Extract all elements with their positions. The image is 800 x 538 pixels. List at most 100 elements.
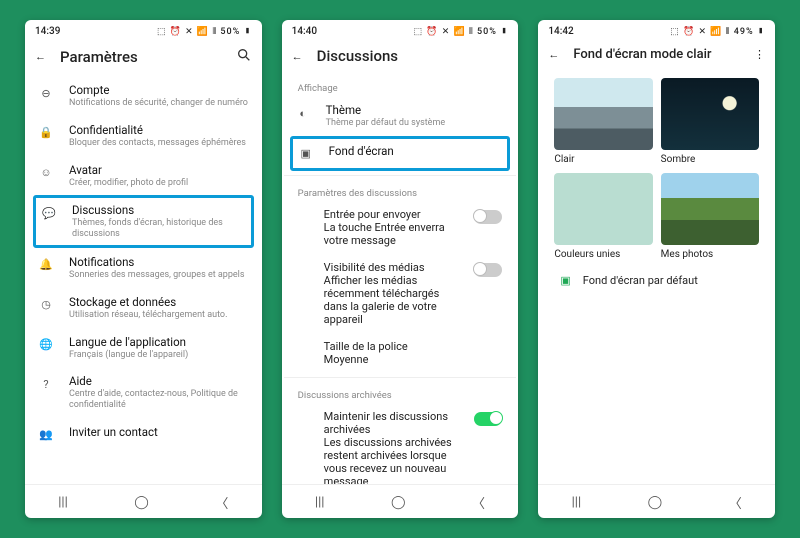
theme-icon: ◐ — [294, 104, 312, 122]
avatar-icon: ☺ — [37, 164, 55, 182]
lock-icon: 🔒 — [37, 124, 55, 142]
row-label: Confidentialité — [69, 123, 250, 137]
divider — [284, 175, 517, 176]
row-label: Compte — [69, 83, 250, 97]
back-icon[interactable]: ← — [35, 50, 46, 63]
android-navbar: ||| ◯ 〈 — [25, 484, 262, 518]
nav-recent-icon[interactable]: ||| — [315, 495, 325, 510]
nav-recent-icon[interactable]: ||| — [572, 495, 582, 510]
row-visibilite[interactable]: Visibilité des médias Afficher les média… — [284, 254, 517, 333]
wallpaper-icon: ▣ — [297, 145, 315, 163]
status-bar: 14:42 ⬚ ⏰ ✕ 📶 ⫴ 49% ▮ — [538, 20, 775, 39]
row-sub: Centre d'aide, contactez-nous, Politique… — [69, 389, 250, 411]
row-label: Discussions — [72, 203, 247, 217]
label-photos: Mes photos — [661, 249, 759, 260]
wallpaper-default-icon: ▣ — [560, 274, 570, 287]
wallpaper-content: Clair Sombre Couleurs unies Mes photos ▣… — [538, 72, 775, 484]
settings-row-inviter-un-contact[interactable]: 👥Inviter un contact — [27, 418, 260, 451]
row-sub: Bloquer des contacts, messages éphémères — [69, 138, 250, 149]
default-label: Fond d'écran par défaut — [583, 274, 698, 287]
settings-row-compte[interactable]: ⊖ CompteNotifications de sécurité, change… — [27, 76, 260, 116]
visibilite-label: Visibilité des médias — [324, 261, 465, 274]
back-icon[interactable]: ← — [292, 50, 303, 63]
row-label: Notifications — [69, 255, 250, 269]
nav-home-icon[interactable]: ◯ — [648, 495, 663, 510]
nav-back-icon[interactable]: 〈 — [729, 493, 742, 512]
page-title: Discussions — [317, 47, 509, 65]
status-icons: ⬚ ⏰ ✕ 📶 ⫴ 50% ▮ — [414, 27, 509, 37]
section-archived: Discussions archivées — [284, 382, 517, 403]
row-sub: Utilisation réseau, téléchargement auto. — [69, 310, 250, 321]
status-bar: 14:40 ⬚ ⏰ ✕ 📶 ⫴ 50% ▮ — [282, 20, 519, 39]
app-bar: ← Discussions — [282, 39, 519, 75]
row-theme[interactable]: ◐ Thème Thème par défaut du système — [284, 96, 517, 136]
settings-row-avatar[interactable]: ☺AvatarCréer, modifier, photo de profil — [27, 156, 260, 196]
thumb-unies — [554, 173, 652, 245]
settings-row-stockage-et-donn-es[interactable]: ◷Stockage et donnéesUtilisation réseau, … — [27, 288, 260, 328]
taille-sub: Moyenne — [324, 353, 503, 366]
row-sub: Français (langue de l'appareil) — [69, 350, 250, 361]
row-sub: Créer, modifier, photo de profil — [69, 178, 250, 189]
section-affichage: Affichage — [284, 75, 517, 96]
archived-toggle[interactable] — [474, 412, 502, 426]
android-navbar: ||| ◯ 〈 — [538, 484, 775, 518]
nav-recent-icon[interactable]: ||| — [58, 495, 68, 510]
settings-row-confidentialit-[interactable]: 🔒 ConfidentialitéBloquer des contacts, me… — [27, 116, 260, 156]
help-icon: ? — [37, 375, 55, 393]
settings-row-notifications[interactable]: 🔔NotificationsSonneries des messages, gr… — [27, 248, 260, 288]
nav-back-icon[interactable]: 〈 — [215, 493, 228, 512]
visibilite-sub: Afficher les médias récemment téléchargé… — [324, 274, 465, 326]
more-icon[interactable]: ⋮ — [754, 48, 765, 61]
visibilite-toggle[interactable] — [474, 263, 502, 277]
clock: 14:40 — [292, 26, 317, 37]
row-label: Aide — [69, 374, 250, 388]
label-unies: Couleurs unies — [554, 249, 652, 260]
search-icon[interactable] — [236, 47, 252, 66]
settings-row-aide[interactable]: ? AideCentre d'aide, contactez-nous, Poli… — [27, 367, 260, 418]
wallpaper-sombre[interactable]: Sombre — [661, 78, 759, 165]
divider — [284, 377, 517, 378]
row-wallpaper[interactable]: ▣ Fond d'écran — [290, 136, 511, 171]
thumb-clair — [554, 78, 652, 150]
page-title: Fond d'écran mode clair — [573, 47, 740, 62]
bell-icon: 🔔 — [37, 256, 55, 274]
settings-row-discussions[interactable]: 💬 DiscussionsThèmes, fonds d'écran, histo… — [33, 195, 254, 248]
nav-back-icon[interactable]: 〈 — [472, 493, 485, 512]
entree-toggle[interactable] — [474, 210, 502, 224]
settings-row-langue-de-l-application[interactable]: 🌐Langue de l'applicationFrançais (langue… — [27, 328, 260, 368]
nav-home-icon[interactable]: ◯ — [134, 495, 149, 510]
back-icon[interactable]: ← — [548, 48, 559, 61]
row-entree[interactable]: Entrée pour envoyer La touche Entrée env… — [284, 201, 517, 254]
row-default-wallpaper[interactable]: ▣ Fond d'écran par défaut — [540, 260, 773, 301]
nav-home-icon[interactable]: ◯ — [391, 495, 406, 510]
label-sombre: Sombre — [661, 154, 759, 165]
globe-icon: 🌐 — [37, 336, 55, 354]
label-clair: Clair — [554, 154, 652, 165]
theme-sub: Thème par défaut du système — [326, 118, 507, 129]
key-icon: ⊖ — [37, 84, 55, 102]
app-bar: ← Fond d'écran mode clair ⋮ — [538, 39, 775, 72]
screen-wallpaper: 14:42 ⬚ ⏰ ✕ 📶 ⫴ 49% ▮ ← Fond d'écran mod… — [538, 20, 775, 518]
row-sub: Thèmes, fonds d'écran, historique des di… — [72, 218, 247, 240]
status-icons: ⬚ ⏰ ✕ 📶 ⫴ 50% ▮ — [157, 27, 252, 37]
row-sub: Notifications de sécurité, changer de nu… — [69, 98, 250, 109]
row-label: Stockage et données — [69, 295, 250, 309]
row-archived[interactable]: Maintenir les discussions archivées Les … — [284, 403, 517, 484]
status-icons: ⬚ ⏰ ✕ 📶 ⫴ 49% ▮ — [670, 27, 765, 37]
row-taille[interactable]: Taille de la police Moyenne — [284, 333, 517, 373]
entree-sub: La touche Entrée enverra votre message — [324, 221, 465, 247]
chat-icon: 💬 — [40, 204, 58, 222]
wallpaper-unies[interactable]: Couleurs unies — [554, 173, 652, 260]
archived-label: Maintenir les discussions archivées — [324, 410, 465, 436]
discussions-content: Affichage ◐ Thème Thème par défaut du sy… — [282, 75, 519, 484]
taille-label: Taille de la police — [324, 340, 503, 353]
wallpaper-label: Fond d'écran — [329, 144, 504, 158]
app-bar: ← Paramètres — [25, 39, 262, 76]
row-label: Inviter un contact — [69, 425, 250, 439]
wallpaper-clair[interactable]: Clair — [554, 78, 652, 165]
entree-label: Entrée pour envoyer — [324, 208, 465, 221]
wallpaper-photos[interactable]: Mes photos — [661, 173, 759, 260]
status-bar: 14:39 ⬚ ⏰ ✕ 📶 ⫴ 50% ▮ — [25, 20, 262, 39]
clock: 14:39 — [35, 26, 60, 37]
screen-discussions: 14:40 ⬚ ⏰ ✕ 📶 ⫴ 50% ▮ ← Discussions Affi… — [282, 20, 519, 518]
